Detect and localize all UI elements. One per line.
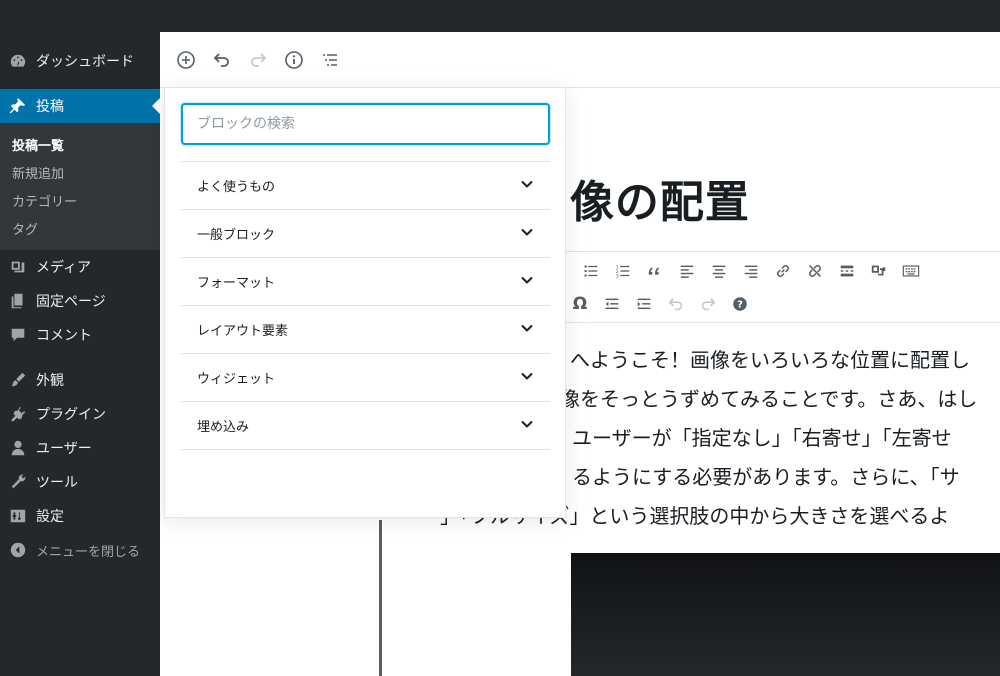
redo-icon[interactable] [695, 291, 721, 317]
post-title[interactable]: ップ: 画像の配置 [565, 166, 750, 230]
sidebar-item-label: 外観 [36, 373, 64, 389]
undo-icon[interactable] [210, 48, 234, 72]
svg-text:?: ? [737, 300, 743, 311]
collapse-menu-button[interactable]: メニューを閉じる [0, 533, 160, 567]
sidebar-item-comments[interactable]: コメント [0, 318, 160, 352]
sidebar-item-tools[interactable]: ツール [0, 465, 160, 499]
sidebar-item-label: 設定 [36, 509, 64, 525]
unlink-icon[interactable] [802, 258, 828, 284]
collapse-menu-label: メニューを閉じる [36, 544, 141, 560]
dashboard-icon [0, 44, 36, 78]
wrench-icon [0, 465, 36, 499]
panel-label: ウィジェット [197, 372, 276, 387]
redo-icon[interactable] [246, 48, 270, 72]
sidebar-item-label: ダッシュボード [36, 54, 134, 70]
read-more-icon[interactable] [834, 258, 860, 284]
sidebar-item-label: ユーザー [36, 441, 92, 457]
panel-general-blocks[interactable]: 一般ブロック [181, 209, 550, 257]
panel-widgets[interactable]: ウィジェット [181, 353, 550, 401]
quote-icon[interactable] [642, 258, 668, 284]
link-icon[interactable] [770, 258, 796, 284]
plugin-icon [0, 397, 36, 431]
indent-icon[interactable] [631, 291, 657, 317]
info-icon[interactable] [282, 48, 306, 72]
chevron-down-icon [520, 416, 534, 435]
add-block-icon[interactable] [174, 48, 198, 72]
sidebar-item-dashboard[interactable]: ダッシュボード [0, 44, 160, 78]
submenu-add-new[interactable]: 新規追加 [12, 163, 64, 182]
posts-submenu: 投稿一覧 新規追加 カテゴリー タグ [0, 123, 160, 250]
panel-label: 一般ブロック [197, 228, 276, 243]
outdent-icon[interactable] [599, 291, 625, 317]
classic-block-toolbar: 123 Ω ? [565, 251, 1000, 323]
align-left-icon[interactable] [674, 258, 700, 284]
comment-icon [0, 318, 36, 352]
sidebar-item-posts[interactable]: 投稿 [0, 89, 160, 123]
submenu-categories[interactable]: カテゴリー [12, 191, 77, 210]
editor-header-toolbar [160, 32, 1000, 88]
sidebar-item-appearance[interactable]: 外観 [0, 363, 160, 397]
block-search-input[interactable] [181, 103, 550, 145]
chevron-down-icon [520, 272, 534, 291]
panel-common-blocks[interactable]: よく使うもの [181, 161, 550, 209]
keyboard-icon[interactable] [898, 258, 924, 284]
submenu-all-posts[interactable]: 投稿一覧 [12, 135, 64, 154]
block-inserter-popover: よく使うもの 一般ブロック フォーマット レイアウト要素 ウィジェット 埋め込み [164, 87, 566, 518]
admin-bar [0, 0, 1000, 32]
sidebar-item-media[interactable]: メディア [0, 250, 160, 284]
submenu-tags[interactable]: タグ [12, 219, 38, 238]
chevron-down-icon [520, 320, 534, 339]
brush-icon [0, 363, 36, 397]
svg-text:3: 3 [616, 273, 619, 279]
sidebar-item-plugins[interactable]: プラグイン [0, 397, 160, 431]
panel-label: レイアウト要素 [197, 324, 289, 339]
panel-label: よく使うもの [197, 180, 276, 195]
undo-icon[interactable] [663, 291, 689, 317]
kitchen-sink-icon[interactable] [866, 258, 892, 284]
user-icon [0, 431, 36, 465]
special-character-button[interactable]: Ω [567, 291, 593, 317]
panel-label: フォーマット [197, 276, 276, 291]
outline-icon[interactable] [318, 48, 342, 72]
pin-icon [0, 89, 36, 123]
sidebar-item-label: ツール [36, 475, 78, 491]
paragraph-line: ユーザーが「指定なし」「右寄せ」「左寄せ [572, 426, 952, 450]
bulleted-list-icon[interactable] [578, 258, 604, 284]
selected-block-border [379, 520, 382, 676]
post-title-area: ップ: 画像の配置 [565, 150, 1000, 240]
image-block[interactable] [571, 553, 1000, 676]
align-center-icon[interactable] [706, 258, 732, 284]
sidebar-item-label: プラグイン [36, 407, 106, 423]
chevron-down-icon [520, 176, 534, 195]
chevron-down-icon [520, 368, 534, 387]
panel-embeds[interactable]: 埋め込み [181, 401, 550, 449]
sidebar-item-pages[interactable]: 固定ページ [0, 284, 160, 318]
paragraph-line: へようこそ！画像をいろいろな位置に配置し [570, 348, 970, 372]
sidebar-item-label: 投稿 [36, 99, 64, 115]
paragraph-line: 像をそっとうずめてみることです。さあ、はし [560, 387, 978, 411]
help-icon[interactable]: ? [727, 291, 753, 317]
panel-layout-elements[interactable]: レイアウト要素 [181, 305, 550, 353]
paragraph-line: るようにする必要があります。さらに、「サ [572, 465, 960, 489]
align-right-icon[interactable] [738, 258, 764, 284]
sidebar-item-label: 固定ページ [36, 294, 106, 310]
sidebar-item-label: コメント [36, 328, 92, 344]
panel-label: 埋め込み [197, 420, 250, 435]
pages-icon [0, 284, 36, 318]
sidebar-item-settings[interactable]: 設定 [0, 499, 160, 533]
media-icon [0, 250, 36, 284]
panel-divider [181, 449, 550, 450]
sidebar-item-users[interactable]: ユーザー [0, 431, 160, 465]
panel-formatting[interactable]: フォーマット [181, 257, 550, 305]
admin-sidebar: ダッシュボード 投稿 投稿一覧 新規追加 カテゴリー タグ メディア 固定ページ… [0, 32, 160, 676]
collapse-arrow-icon [0, 533, 36, 567]
numbered-list-icon[interactable]: 123 [610, 258, 636, 284]
chevron-down-icon [520, 224, 534, 243]
settings-icon [0, 499, 36, 533]
sidebar-item-label: メディア [36, 260, 92, 276]
